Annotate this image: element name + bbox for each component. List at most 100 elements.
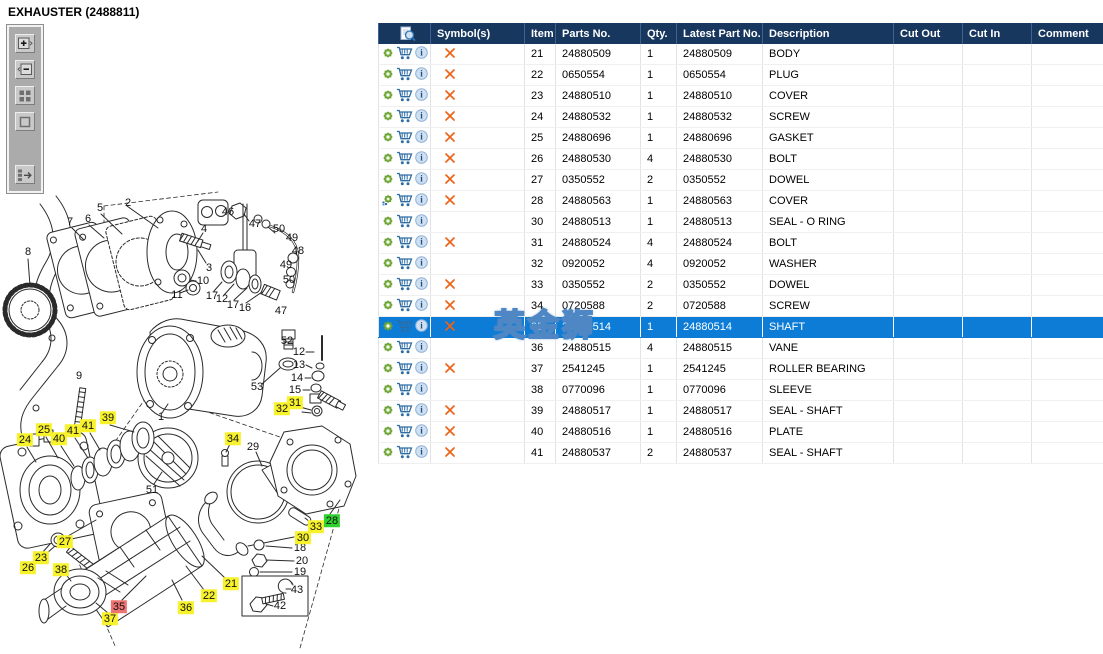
related-parts-gear-icon[interactable] [382, 320, 394, 335]
diagram-callout-7[interactable]: 7 [65, 215, 75, 228]
part-info-icon[interactable]: i [415, 319, 428, 335]
related-parts-gear-icon[interactable] [382, 152, 394, 167]
table-row[interactable]: i 33 0350552 2 0350552 DOWEL [378, 274, 1103, 296]
part-info-icon[interactable]: i [415, 361, 428, 377]
table-row[interactable]: i 31 24880524 4 24880524 BOLT [378, 232, 1103, 254]
table-row[interactable]: i 37 2541245 1 2541245 ROLLER BEARING [378, 358, 1103, 380]
table-row[interactable]: i 26 24880530 4 24880530 BOLT [378, 148, 1103, 170]
related-parts-gear-icon[interactable] [382, 236, 394, 251]
diagram-callout-42[interactable]: 42 [272, 599, 288, 612]
diagram-callout-6[interactable]: 6 [83, 212, 93, 225]
table-row[interactable]: i 25 24880696 1 24880696 GASKET [378, 127, 1103, 149]
add-to-cart-icon[interactable] [396, 172, 413, 189]
table-row[interactable]: i 35 24880514 1 24880514 SHAFT [378, 316, 1103, 338]
diagram-callout-12[interactable]: 12 [291, 345, 307, 358]
column-header-preview[interactable] [378, 23, 431, 44]
part-info-icon[interactable]: i [415, 46, 428, 62]
diagram-callout-27[interactable]: 27 [56, 535, 74, 549]
add-to-cart-icon[interactable] [396, 340, 413, 357]
diagram-callout-41[interactable]: 41 [79, 419, 97, 433]
related-parts-gear-icon[interactable] [382, 194, 394, 209]
part-info-icon[interactable]: i [415, 193, 428, 209]
table-row[interactable]: i 40 24880516 1 24880516 PLATE [378, 421, 1103, 443]
add-to-cart-icon[interactable] [396, 277, 413, 294]
diagram-callout-48[interactable]: 48 [290, 244, 306, 257]
column-header-item[interactable]: Item [524, 23, 556, 44]
related-parts-gear-icon[interactable] [382, 383, 394, 398]
diagram-callout-22[interactable]: 22 [200, 589, 218, 603]
table-row[interactable]: i 22 0650554 1 0650554 PLUG [378, 64, 1103, 86]
diagram-callout-9[interactable]: 9 [74, 369, 84, 382]
related-parts-gear-icon[interactable] [382, 110, 394, 125]
part-info-icon[interactable]: i [415, 67, 428, 83]
table-row[interactable]: i 23 24880510 1 24880510 COVER [378, 85, 1103, 107]
diagram-callout-11[interactable]: 11 [169, 288, 184, 301]
diagram-callout-5[interactable]: 5 [95, 201, 105, 214]
diagram-callout-49[interactable]: 49 [284, 231, 300, 244]
column-header-comment[interactable]: Comment [1031, 23, 1103, 44]
table-row[interactable]: i 38 0770096 1 0770096 SLEEVE [378, 379, 1103, 401]
part-info-icon[interactable]: i [415, 151, 428, 167]
related-parts-gear-icon[interactable] [382, 215, 394, 230]
table-row[interactable]: i 36 24880515 4 24880515 VANE [378, 337, 1103, 359]
column-header-parts_no[interactable]: Parts No. [555, 23, 641, 44]
diagram-callout-29[interactable]: 29 [245, 440, 261, 453]
diagram-callout-30[interactable]: 30 [294, 531, 312, 545]
part-info-icon[interactable]: i [415, 445, 428, 461]
part-info-icon[interactable]: i [415, 172, 428, 188]
related-parts-gear-icon[interactable] [382, 278, 394, 293]
add-to-cart-icon[interactable] [396, 130, 413, 147]
part-info-icon[interactable]: i [415, 88, 428, 104]
diagram-callout-39[interactable]: 39 [99, 411, 117, 425]
related-parts-gear-icon[interactable] [382, 446, 394, 461]
table-row[interactable]: i 32 0920052 4 0920052 WASHER [378, 253, 1103, 275]
add-to-cart-icon[interactable] [396, 298, 413, 315]
add-to-cart-icon[interactable] [396, 445, 413, 462]
add-to-cart-icon[interactable] [396, 151, 413, 168]
column-header-latest_part_no[interactable]: Latest Part No. [676, 23, 763, 44]
column-header-symbols[interactable]: Symbol(s) [430, 23, 525, 44]
table-row[interactable]: i 30 24880513 1 24880513 SEAL - O RING [378, 211, 1103, 233]
part-info-icon[interactable]: i [415, 109, 428, 125]
part-info-icon[interactable]: i [415, 403, 428, 419]
diagram-callout-50[interactable]: 50 [281, 273, 297, 286]
related-parts-gear-icon[interactable] [382, 47, 394, 62]
part-info-icon[interactable]: i [415, 235, 428, 251]
diagram-callout-16[interactable]: 16 [237, 301, 253, 314]
add-to-cart-icon[interactable] [396, 361, 413, 378]
column-header-cut_in[interactable]: Cut In [962, 23, 1032, 44]
related-parts-gear-icon[interactable] [382, 341, 394, 356]
table-row[interactable]: i 34 0720588 2 0720588 SCREW [378, 295, 1103, 317]
related-parts-gear-icon[interactable] [382, 257, 394, 272]
diagram-callout-3[interactable]: 3 [204, 261, 214, 274]
add-to-cart-icon[interactable] [396, 214, 413, 231]
diagram-callout-32[interactable]: 32 [273, 402, 291, 416]
add-to-cart-icon[interactable] [396, 424, 413, 441]
diagram-callout-1[interactable]: 1 [156, 410, 166, 423]
diagram-callout-34[interactable]: 34 [224, 432, 242, 446]
part-info-icon[interactable]: i [415, 340, 428, 356]
diagram-callout-49[interactable]: 49 [278, 258, 294, 271]
diagram-callout-36[interactable]: 36 [177, 601, 195, 615]
add-to-cart-icon[interactable] [396, 67, 413, 84]
diagram-callout-46[interactable]: 46 [220, 205, 236, 218]
diagram-callout-19[interactable]: 19 [292, 565, 308, 578]
column-header-qty[interactable]: Qty. [640, 23, 677, 44]
part-info-icon[interactable]: i [415, 214, 428, 230]
add-to-cart-icon[interactable] [396, 403, 413, 420]
related-parts-gear-icon[interactable] [382, 89, 394, 104]
related-parts-gear-icon[interactable] [382, 425, 394, 440]
diagram-callout-24[interactable]: 24 [16, 433, 34, 447]
part-info-icon[interactable]: i [415, 424, 428, 440]
related-parts-gear-icon[interactable] [382, 404, 394, 419]
diagram-callout-41[interactable]: 41 [64, 424, 82, 438]
diagram-callout-38[interactable]: 38 [52, 563, 70, 577]
add-to-cart-icon[interactable] [396, 319, 413, 336]
diagram-callout-13[interactable]: 13 [291, 358, 307, 371]
add-to-cart-icon[interactable] [396, 382, 413, 399]
part-info-icon[interactable]: i [415, 382, 428, 398]
related-parts-gear-icon[interactable] [382, 362, 394, 377]
add-to-cart-icon[interactable] [396, 109, 413, 126]
diagram-callout-35[interactable]: 35 [110, 600, 128, 614]
add-to-cart-icon[interactable] [396, 88, 413, 105]
